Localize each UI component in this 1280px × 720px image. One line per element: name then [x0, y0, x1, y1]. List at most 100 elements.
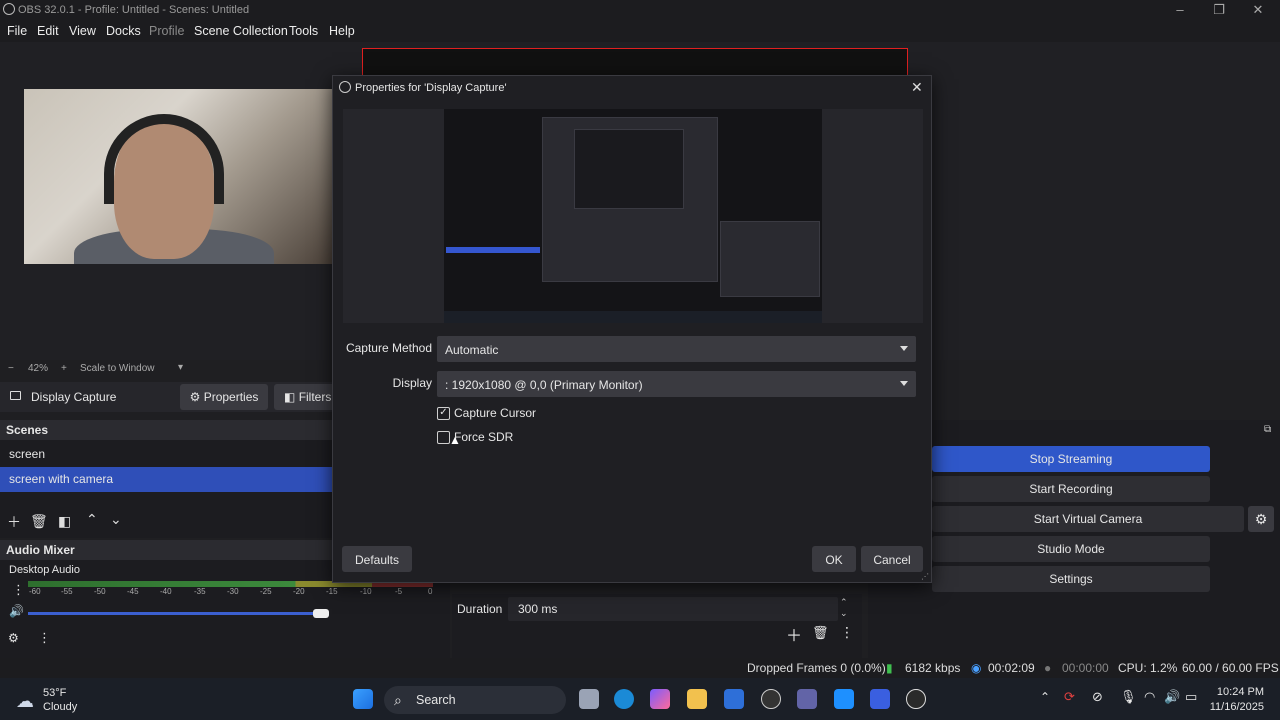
menu-help[interactable]: Help — [329, 24, 355, 38]
obs-taskbar-icon[interactable] — [906, 689, 926, 709]
sync-icon[interactable]: ⟳ — [1064, 689, 1075, 705]
ok-button[interactable]: OK — [812, 546, 856, 572]
kebab-menu-icon[interactable]: ⋮ — [12, 582, 25, 598]
menu-view[interactable]: View — [69, 24, 96, 38]
tick-label: -30 — [227, 587, 239, 596]
menu-docks[interactable]: Docks — [106, 24, 141, 38]
duration-spinbox[interactable]: 300 ms — [508, 597, 838, 621]
mixer-settings-icon[interactable]: ⚙ — [8, 631, 19, 645]
start-recording-button[interactable]: Start Recording — [932, 476, 1210, 502]
minimize-icon[interactable]: – — [1170, 2, 1190, 17]
broadcast-icon: ◉ — [971, 661, 982, 675]
dell-icon[interactable] — [761, 689, 781, 709]
menu-file[interactable]: File — [7, 24, 27, 38]
undock-icon[interactable]: ⧉ — [1264, 424, 1271, 435]
spin-arrows-icon[interactable]: ⌃ ⌄ — [840, 597, 848, 619]
thumbnail-controls — [720, 221, 820, 297]
menu-edit[interactable]: Edit — [37, 24, 59, 38]
volume-slider-handle[interactable] — [313, 609, 329, 618]
volume-slider[interactable] — [28, 612, 322, 615]
channel-name: Desktop Audio — [9, 564, 80, 576]
edge-icon[interactable] — [614, 689, 634, 709]
menu-tools[interactable]: Tools — [289, 24, 318, 38]
headphones-shape — [104, 114, 224, 204]
trash-icon[interactable]: 🗑 — [812, 625, 829, 641]
webcam-source[interactable] — [24, 89, 334, 264]
tick-label: -15 — [326, 587, 338, 596]
copilot-icon[interactable] — [650, 689, 670, 709]
chevron-up-icon[interactable]: ⌃ — [1040, 690, 1050, 704]
display-select[interactable]: : 1920x1080 @ 0,0 (Primary Monitor) — [437, 371, 916, 397]
app-icon[interactable] — [834, 689, 854, 709]
taskbar: ☁ 53°F Cloudy ⌕ Search ⌃ ⟳ ⊘ 🎙 ◠ 🔊 ▭ 10:… — [0, 678, 1280, 720]
scene-item-screen[interactable]: screen — [0, 442, 332, 467]
task-view-icon[interactable] — [579, 689, 599, 709]
speaker-icon[interactable]: 🔊 — [9, 604, 24, 618]
menu-profile[interactable]: Profile — [149, 24, 184, 38]
menu-scene-collection[interactable]: Scene Collection — [194, 24, 288, 38]
stop-streaming-button[interactable]: Stop Streaming — [932, 446, 1210, 472]
selected-source-name: Display Capture — [31, 390, 117, 404]
capture-method-select[interactable]: Automatic — [437, 336, 916, 362]
chevron-down-icon[interactable]: ▾ — [178, 362, 183, 373]
volume-icon[interactable]: 🔊 — [1164, 689, 1180, 705]
clock[interactable]: 10:24 PM 11/16/2025 — [1210, 685, 1264, 715]
start-virtual-camera-button[interactable]: Start Virtual Camera — [932, 506, 1244, 532]
close-icon[interactable]: ✕ — [1248, 2, 1268, 18]
tick-label: -20 — [293, 587, 305, 596]
mixer-menu-icon[interactable]: ⋮ — [38, 630, 51, 646]
thumbnail-selected-scene — [446, 247, 540, 253]
scenes-header: Scenes — [0, 420, 332, 440]
maximize-icon[interactable]: ❐ — [1209, 2, 1229, 18]
date: 11/16/2025 — [1209, 701, 1264, 713]
scene-item-screen-with-camera[interactable]: screen with camera — [0, 467, 332, 492]
capture-cursor-label[interactable]: Capture Cursor — [454, 406, 536, 420]
move-down-icon[interactable]: ⌄ — [110, 511, 122, 528]
add-transition-icon[interactable]: ＋ — [786, 622, 802, 646]
chevron-down-icon — [900, 346, 908, 351]
tick-label: -60 — [29, 587, 41, 596]
scene-filter-icon[interactable]: ◧ — [58, 513, 71, 530]
capture-cursor-checkbox[interactable]: ✓ — [437, 407, 450, 420]
mouse-cursor-icon: ▲ — [449, 433, 461, 447]
trash-icon[interactable]: 🗑 — [30, 513, 48, 530]
add-scene-icon[interactable]: ＋ — [7, 512, 21, 532]
store-icon[interactable] — [724, 689, 744, 709]
dropped-frames: Dropped Frames 0 (0.0%) — [747, 661, 886, 675]
wifi-icon[interactable]: ◠ — [1144, 689, 1155, 705]
teams-icon[interactable] — [797, 689, 817, 709]
properties-dialog: Properties for 'Display Capture' ✕ Captu… — [332, 75, 932, 583]
move-up-icon[interactable]: ⌃ — [86, 511, 98, 528]
location-off-icon[interactable]: ⊘ — [1092, 689, 1103, 705]
tick-label: -10 — [360, 587, 372, 596]
cancel-button[interactable]: Cancel — [861, 546, 923, 572]
microphone-icon[interactable]: 🎙 — [1120, 689, 1137, 705]
force-sdr-label[interactable]: Force SDR — [454, 430, 513, 444]
kebab-menu-icon[interactable]: ⋮ — [840, 624, 854, 641]
fps: 60.00 / 60.00 FPS — [1182, 661, 1279, 675]
record-icon: ● — [1044, 661, 1052, 675]
properties-button[interactable]: ⚙ Properties — [180, 384, 268, 410]
thumbnail-taskbar — [444, 311, 822, 323]
app-icon[interactable] — [870, 689, 890, 709]
taskbar-search[interactable]: ⌕ Search — [384, 686, 566, 714]
weather-condition: Cloudy — [43, 701, 78, 713]
stream-time: 00:02:09 — [988, 661, 1035, 675]
zoom-out-button[interactable]: − — [8, 363, 14, 374]
close-icon[interactable]: ✕ — [911, 79, 923, 96]
resize-grip-icon[interactable]: ⋰ — [921, 572, 929, 581]
zoom-mode[interactable]: Scale to Window — [80, 363, 154, 374]
cloud-icon: ☁ — [16, 691, 34, 711]
status-bar: Dropped Frames 0 (0.0%) ▮ 6182 kbps ◉ 00… — [0, 658, 1280, 678]
zoom-in-button[interactable]: + — [61, 363, 67, 374]
defaults-button[interactable]: Defaults — [342, 546, 412, 572]
studio-mode-button[interactable]: Studio Mode — [932, 536, 1210, 562]
bitrate: 6182 kbps — [905, 661, 961, 675]
settings-button[interactable]: Settings — [932, 566, 1210, 592]
search-icon: ⌕ — [394, 692, 402, 708]
file-explorer-icon[interactable] — [687, 689, 707, 709]
start-menu-icon[interactable] — [353, 689, 373, 709]
battery-icon[interactable]: ▭ — [1185, 689, 1197, 705]
filters-button[interactable]: ◧ Filters — [274, 384, 336, 410]
virtual-camera-settings-icon[interactable]: ⚙ — [1248, 506, 1274, 532]
